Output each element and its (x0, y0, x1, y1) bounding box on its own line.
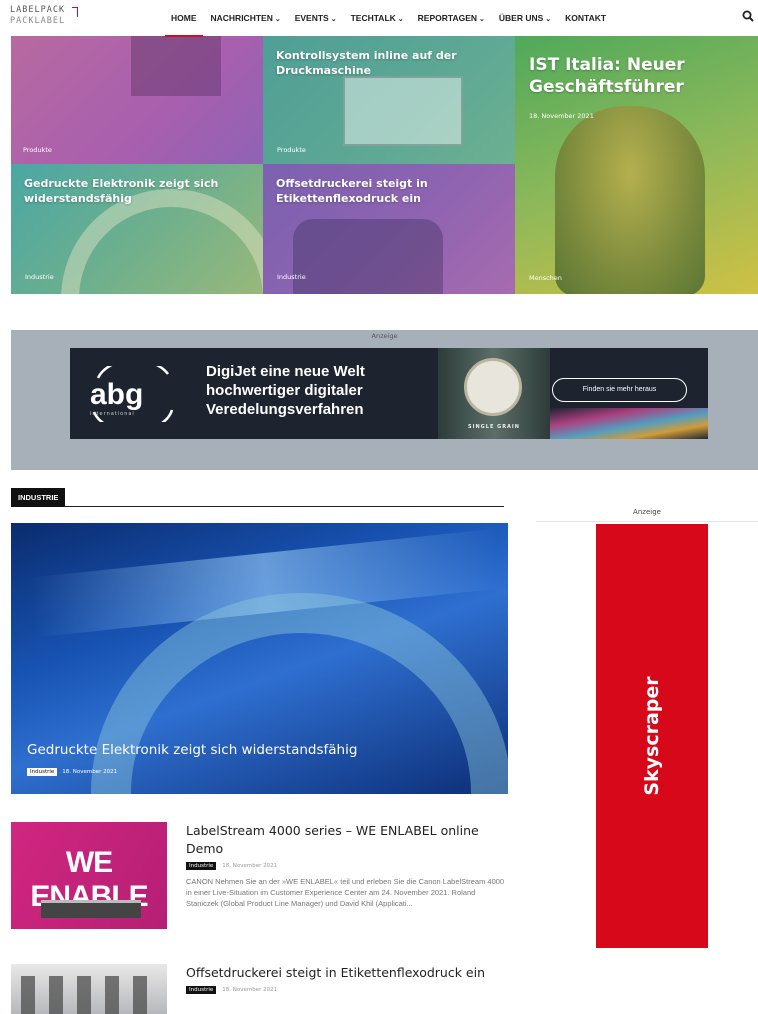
feature-meta: Industrie 18. November 2021 (27, 768, 117, 776)
tile-category[interactable]: Industrie (277, 273, 306, 281)
ad-label: Anzeige (371, 332, 398, 340)
decorative-stripes (550, 408, 708, 439)
category-badge[interactable]: Industrie (27, 768, 58, 776)
ad-area: Anzeige abg international DigiJet eine n… (11, 330, 758, 470)
people-image (293, 219, 443, 294)
hero-tile-kontrollsystem[interactable]: Kontrollsystem inline auf der Druckmasch… (263, 36, 515, 164)
bottle-label-text: SINGLE GRAIN (468, 424, 520, 430)
nav-techtalk[interactable]: TECHTALK ⌄ (351, 13, 404, 23)
tile-title[interactable]: Kontrollsystem inline auf der Druckmasch… (276, 48, 496, 78)
article-excerpt: CANON Nehmen Sie an der »WE ENLABEL« tei… (186, 877, 505, 908)
logo-line-1: LABELPACK (10, 5, 66, 15)
hero-tile-produkte-1[interactable]: Produkte (11, 36, 263, 164)
portrait-image (555, 106, 705, 294)
nav-events[interactable]: EVENTS ⌄ (295, 13, 337, 23)
people-image (21, 976, 151, 1014)
category-badge[interactable]: Industrie (186, 986, 217, 994)
nav-reportagen[interactable]: REPORTAGEN ⌄ (418, 13, 485, 23)
tile-category[interactable]: Industrie (25, 273, 54, 281)
tile-title[interactable]: Gedruckte Elektronik zeigt sich widersta… (24, 176, 259, 206)
tile-title[interactable]: Offsetdruckerei steigt in Etikettenflexo… (276, 176, 506, 206)
feature-date: 18. November 2021 (62, 769, 118, 775)
chevron-down-icon: ⌄ (479, 16, 485, 23)
tile-category[interactable]: Produkte (277, 146, 306, 154)
article-title[interactable]: Offsetdruckerei steigt in Etikettenflexo… (186, 964, 508, 982)
search-icon[interactable] (742, 10, 754, 22)
article-thumbnail[interactable]: WE ENABLE (11, 822, 167, 929)
article-meta: Industrie 18. November 2021 (186, 862, 508, 870)
hero-tile-ist-italia[interactable]: IST Italia: Neuer Geschäftsführer 18. No… (515, 36, 758, 294)
section-header: INDUSTRIE (11, 488, 504, 507)
bottle-label-icon (464, 358, 522, 416)
logo-mark-icon (72, 7, 78, 17)
category-badge[interactable]: Industrie (186, 862, 217, 870)
article-body: Offsetdruckerei steigt in Etikettenflexo… (186, 964, 508, 994)
abg-logo-sub: international (90, 411, 135, 417)
hero-tile-offsetdruckerei[interactable]: Offsetdruckerei steigt in Etikettenflexo… (263, 164, 515, 294)
nav-kontakt[interactable]: KONTAKT (565, 13, 606, 23)
section-tag-industrie[interactable]: INDUSTRIE (11, 488, 66, 507)
bottle-image: SINGLE GRAIN (438, 348, 550, 439)
tile-category[interactable]: Produkte (23, 146, 52, 154)
top-nav: LABELPACK PACKLABEL HOME NACHRICHTEN ⌄ EV… (0, 0, 758, 37)
printer-image (41, 900, 141, 918)
nav-ueber-uns[interactable]: ÜBER UNS ⌄ (499, 13, 551, 23)
abg-logo-text: abg (90, 378, 144, 411)
skyscraper-ad[interactable]: Skyscraper (596, 524, 708, 948)
ad-cta-button[interactable]: Finden sie mehr heraus (552, 378, 687, 402)
tile-category[interactable]: Menschen (529, 274, 562, 282)
chevron-down-icon: ⌄ (545, 16, 552, 23)
skyscraper-label: Skyscraper (641, 676, 663, 796)
screen-image (343, 76, 463, 146)
nav-nachrichten[interactable]: NACHRICHTEN ⌄ (211, 13, 281, 23)
article-title[interactable]: LabelStream 4000 series – WE ENLABEL onl… (186, 822, 508, 858)
article-item: WE ENABLE LabelStream 4000 series – WE E… (11, 822, 508, 952)
chevron-down-icon: ⌄ (330, 16, 337, 23)
chevron-down-icon: ⌄ (397, 16, 404, 23)
article-date: 18. November 2021 (222, 863, 278, 869)
site-logo[interactable]: LABELPACK PACKLABEL (10, 5, 78, 27)
main-menu: HOME NACHRICHTEN ⌄ EVENTS ⌄ TECHTALK ⌄ REPO… (165, 13, 620, 37)
article-thumbnail[interactable] (11, 964, 167, 1014)
ad-headline: DigiJet eine neue Welt hochwertiger digi… (206, 363, 365, 418)
tile-title[interactable]: IST Italia: Neuer Geschäftsführer (529, 54, 749, 98)
ad-banner[interactable]: abg international DigiJet eine neue Welt… (70, 348, 708, 439)
article-date: 18. November 2021 (222, 987, 278, 993)
machine-image (131, 36, 221, 96)
sidebar-ad-label: Anzeige (536, 502, 758, 522)
feature-article[interactable]: Gedruckte Elektronik zeigt sich widersta… (11, 523, 508, 794)
logo-line-2: PACKLABEL (10, 16, 66, 26)
feature-title[interactable]: Gedruckte Elektronik zeigt sich widersta… (27, 742, 357, 758)
article-meta: Industrie 18. November 2021 (186, 986, 508, 994)
hero-tile-gedruckte-elektronik[interactable]: Gedruckte Elektronik zeigt sich widersta… (11, 164, 263, 294)
nav-home[interactable]: HOME (165, 13, 202, 37)
article-body: LabelStream 4000 series – WE ENLABEL onl… (186, 822, 508, 909)
article-item: Offsetdruckerei steigt in Etikettenflexo… (11, 964, 508, 1014)
chevron-down-icon: ⌄ (274, 16, 281, 23)
tile-date: 18. November 2021 (529, 112, 594, 120)
